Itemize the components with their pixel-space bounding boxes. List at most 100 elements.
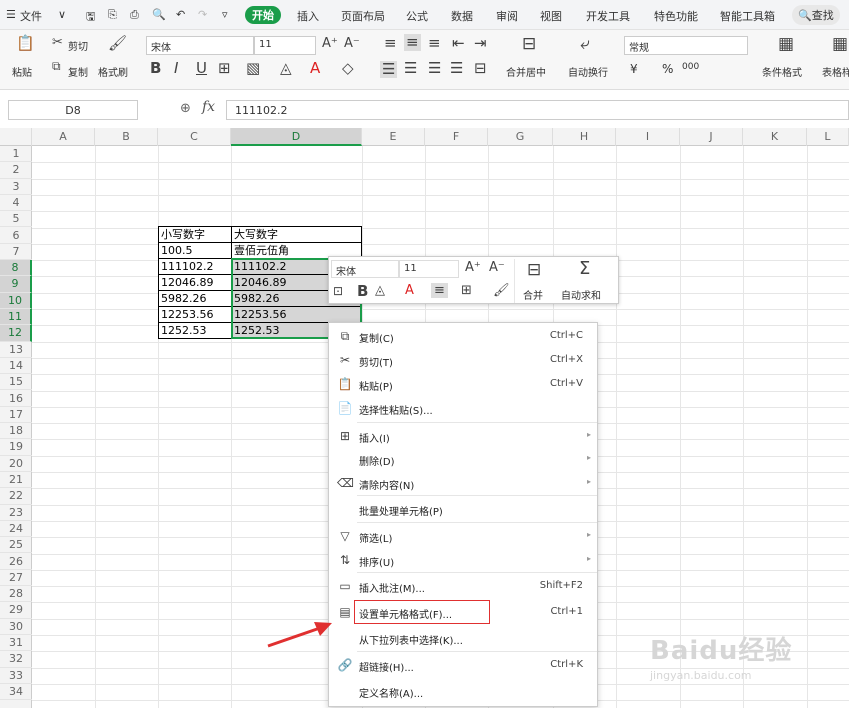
- tab-features[interactable]: 特色功能: [654, 8, 698, 24]
- tab-formulas[interactable]: 公式: [406, 8, 428, 24]
- context-menu-item[interactable]: ⧉ 复制(C) Ctrl+C: [329, 325, 597, 349]
- redo-icon[interactable]: ↷: [198, 8, 207, 21]
- row-header[interactable]: 9: [0, 276, 32, 293]
- customize-icon[interactable]: ▿: [222, 8, 228, 21]
- search-button[interactable]: 🔍查找: [792, 5, 840, 25]
- cell-c8[interactable]: 111102.2: [158, 258, 232, 275]
- context-menu-item[interactable]: 批量处理单元格(P): [329, 498, 597, 522]
- wrap-text-icon[interactable]: ⤶: [580, 36, 590, 53]
- format-cells-icon[interactable]: ⊡: [333, 285, 343, 297]
- row-header[interactable]: 29: [0, 602, 32, 619]
- menu-file[interactable]: 文件: [20, 8, 42, 24]
- row-header[interactable]: 4: [0, 195, 32, 212]
- justify-icon[interactable]: ☰: [450, 61, 463, 76]
- cell-c11[interactable]: 12253.56: [158, 306, 232, 323]
- row-header[interactable]: 15: [0, 374, 32, 391]
- row-header[interactable]: 19: [0, 439, 32, 456]
- row-header[interactable]: 33: [0, 668, 32, 684]
- thousands-button[interactable]: 000: [682, 62, 699, 72]
- mini-font-select[interactable]: 宋体: [331, 260, 399, 278]
- row-header[interactable]: 30: [0, 619, 32, 635]
- align-left-icon[interactable]: ☰: [380, 61, 398, 78]
- italic-icon[interactable]: I: [174, 61, 178, 76]
- row-header[interactable]: 27: [0, 570, 32, 587]
- context-menu-item[interactable]: ▭ 插入批注(M)... Shift+F2: [329, 575, 597, 599]
- row-header[interactable]: 11: [0, 309, 32, 326]
- select-all-corner[interactable]: [0, 128, 32, 146]
- fx-icon[interactable]: fx: [202, 99, 215, 115]
- context-menu-item[interactable]: ⌫ 清除内容(N) ▸: [329, 472, 597, 496]
- mini-autosum-button[interactable]: 自动求和: [561, 287, 601, 302]
- tab-view[interactable]: 视图: [540, 8, 562, 24]
- fill-pattern-icon[interactable]: ▧: [246, 61, 260, 76]
- name-box[interactable]: D8: [8, 100, 138, 120]
- zoom-icon[interactable]: ⊕: [180, 101, 191, 116]
- merge-center-icon[interactable]: ⊟: [522, 36, 536, 53]
- mini-bold-button[interactable]: B: [357, 284, 368, 299]
- tab-developer[interactable]: 开发工具: [586, 8, 630, 24]
- row-header[interactable]: 7: [0, 244, 32, 261]
- font-color-icon[interactable]: A: [405, 284, 414, 297]
- scissors-icon[interactable]: ✂: [52, 36, 63, 49]
- preview-icon[interactable]: 🔍: [152, 8, 166, 21]
- row-header[interactable]: 26: [0, 554, 32, 570]
- context-menu-item[interactable]: 从下拉列表中选择(K)...: [329, 627, 597, 651]
- tab-review[interactable]: 审阅: [496, 8, 518, 24]
- context-menu-item[interactable]: ▽ 筛选(L) ▸: [329, 525, 597, 549]
- chevron-down-icon[interactable]: ∨: [58, 8, 66, 21]
- context-menu-item[interactable]: 📄 选择性粘贴(S)...: [329, 397, 597, 421]
- row-header[interactable]: 13: [0, 342, 32, 358]
- column-header[interactable]: A: [32, 128, 95, 146]
- fill-color-icon[interactable]: ◬: [280, 61, 292, 76]
- cell-d11[interactable]: 12253.56: [231, 306, 362, 323]
- column-header[interactable]: L: [807, 128, 849, 146]
- cut-label[interactable]: 剪切: [68, 38, 88, 53]
- column-header[interactable]: E: [362, 128, 425, 146]
- undo-icon[interactable]: ↶: [176, 8, 185, 21]
- cell-c7[interactable]: 100.5: [158, 242, 232, 259]
- column-header[interactable]: J: [680, 128, 743, 146]
- column-header[interactable]: B: [95, 128, 158, 146]
- mini-merge-button[interactable]: 合并: [523, 287, 543, 302]
- auto-wrap-label[interactable]: 自动换行: [568, 64, 608, 79]
- cell-c6[interactable]: 小写数字: [158, 226, 232, 243]
- border-icon[interactable]: ⊞: [461, 284, 472, 297]
- conditional-format-label[interactable]: 条件格式: [762, 64, 802, 79]
- row-header[interactable]: 14: [0, 358, 32, 375]
- increase-font-icon[interactable]: A⁺: [322, 37, 338, 50]
- column-header[interactable]: I: [616, 128, 680, 146]
- decrease-font-icon[interactable]: A⁻: [344, 37, 360, 50]
- font-name-select[interactable]: 宋体: [146, 36, 254, 55]
- context-menu-item[interactable]: 🔗 超链接(H)... Ctrl+K: [329, 654, 597, 678]
- row-header[interactable]: 12: [0, 325, 32, 342]
- indent-decrease-icon[interactable]: ⇤: [452, 36, 465, 51]
- merge-center-label[interactable]: 合并居中: [506, 64, 546, 79]
- column-header[interactable]: H: [553, 128, 616, 146]
- tab-insert[interactable]: 插入: [297, 8, 319, 24]
- print-icon[interactable]: ⎙: [130, 8, 139, 22]
- fill-color-icon[interactable]: ◬: [375, 284, 385, 297]
- copy-icon[interactable]: ⧉: [52, 60, 61, 72]
- percent-button[interactable]: %: [662, 62, 673, 76]
- tab-smart-tools[interactable]: 智能工具箱: [720, 8, 775, 24]
- save-icon[interactable]: 🖫: [86, 8, 95, 27]
- format-painter-icon[interactable]: 🖌: [493, 284, 510, 297]
- row-header[interactable]: 31: [0, 635, 32, 652]
- row-header[interactable]: 20: [0, 456, 32, 472]
- align-middle-icon[interactable]: ≡: [404, 34, 421, 51]
- row-header[interactable]: 25: [0, 537, 32, 554]
- sigma-icon[interactable]: Σ: [579, 260, 590, 278]
- align-center-icon[interactable]: ☰: [404, 61, 417, 76]
- tab-data[interactable]: 数据: [451, 8, 473, 24]
- conditional-format-icon[interactable]: ▦: [778, 36, 794, 53]
- format-painter-label[interactable]: 格式刷: [98, 64, 128, 79]
- row-header[interactable]: 28: [0, 586, 32, 603]
- cell-c10[interactable]: 5982.26: [158, 290, 232, 307]
- align-top-icon[interactable]: ≡: [384, 36, 397, 51]
- row-header[interactable]: 24: [0, 521, 32, 538]
- font-size-select[interactable]: 11: [254, 36, 316, 55]
- paste-icon[interactable]: 📋: [16, 36, 35, 51]
- align-center-icon[interactable]: ≡: [431, 283, 448, 298]
- align-bottom-icon[interactable]: ≡: [428, 36, 441, 51]
- row-header[interactable]: 1: [0, 146, 32, 163]
